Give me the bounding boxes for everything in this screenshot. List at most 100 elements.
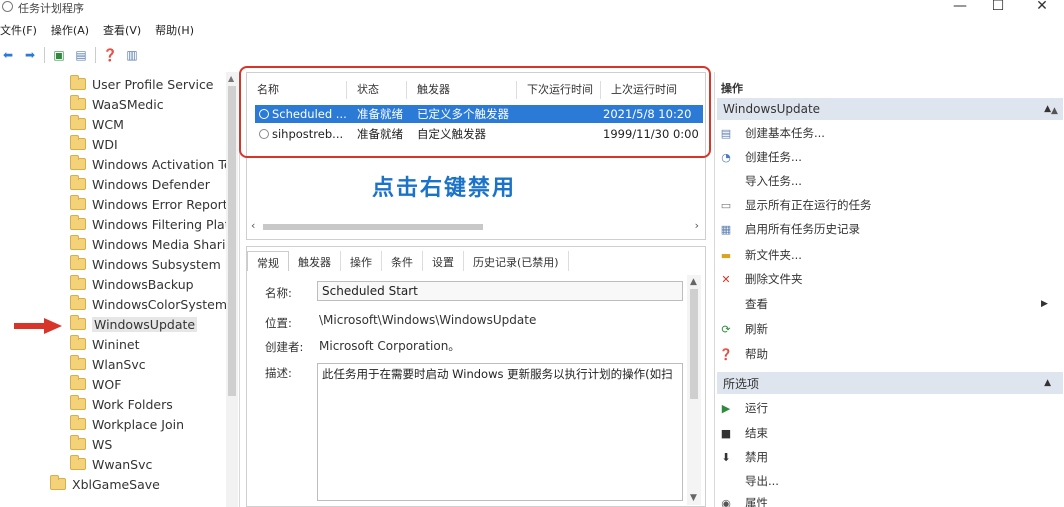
task-list-hscrollbar[interactable]: ‹ › xyxy=(249,219,703,235)
task-icon: ▤ xyxy=(720,126,732,140)
blank-icon xyxy=(719,174,733,188)
collapse-icon[interactable]: ▲ xyxy=(1044,378,1051,388)
tree-item[interactable]: User Profile Service xyxy=(70,74,214,94)
folder-icon xyxy=(70,315,86,330)
menu-action[interactable]: 操作(A) xyxy=(51,22,89,40)
tab-triggers[interactable]: 触发器 xyxy=(289,251,341,271)
action-delete-folder[interactable]: ✕ 删除文件夹 xyxy=(719,269,802,289)
action-disable[interactable]: ⬇ 禁用 xyxy=(719,447,768,467)
action-new-folder[interactable]: ▬ 新文件夹... xyxy=(719,245,802,265)
actions-section-selected[interactable]: 所选项 ▲ xyxy=(717,372,1063,394)
tree-item[interactable]: Windows Subsystem F xyxy=(70,254,232,274)
tab-general[interactable]: 常规 xyxy=(247,251,289,271)
action-import-task[interactable]: 导入任务... xyxy=(719,171,802,191)
close-button[interactable]: ✕ xyxy=(1032,0,1052,14)
tree-item[interactable]: WOF xyxy=(70,374,121,394)
action-export[interactable]: 导出... xyxy=(719,471,779,491)
red-arrow-icon xyxy=(14,318,62,334)
folder-icon xyxy=(70,295,86,310)
app-icon xyxy=(2,1,13,12)
action-refresh[interactable]: ⟳ 刷新 xyxy=(719,319,768,339)
folder-icon xyxy=(70,215,86,230)
title-bar: 任务计划程序 — ☐ ✕ xyxy=(0,0,1064,16)
menu-file[interactable]: 文件(F) xyxy=(0,22,37,40)
folder-tree: User Profile Service WaaSMedic WCM WDI W… xyxy=(0,72,240,507)
action-create-task[interactable]: ◔ 创建任务... xyxy=(719,147,802,167)
back-icon[interactable]: ⬅ xyxy=(0,47,16,63)
running-tasks-icon: ▭ xyxy=(720,198,732,212)
action-enable-history[interactable]: ▦ 启用所有任务历史记录 xyxy=(719,219,860,239)
tab-settings[interactable]: 设置 xyxy=(423,251,464,271)
scroll-right-icon[interactable]: › xyxy=(695,219,699,232)
scroll-thumb[interactable] xyxy=(228,86,236,396)
menu-view[interactable]: 查看(V) xyxy=(103,22,141,40)
tree-item[interactable]: Windows Media Sharin xyxy=(70,234,233,254)
action-help[interactable]: ❓ 帮助 xyxy=(719,344,768,364)
help-icon[interactable]: ❓ xyxy=(102,47,118,63)
tree-item[interactable]: Work Folders xyxy=(70,394,173,414)
submenu-arrow-icon: ▶ xyxy=(1041,299,1048,309)
tree-item[interactable]: Wininet xyxy=(70,334,139,354)
action-create-basic-task[interactable]: ▤ 创建基本任务... xyxy=(719,123,825,143)
name-field[interactable]: Scheduled Start xyxy=(317,281,683,301)
tree-item[interactable]: WindowsColorSystem xyxy=(70,294,227,314)
author-value: Microsoft Corporation。 xyxy=(319,339,461,353)
scroll-up-icon[interactable]: ▲ xyxy=(690,277,697,287)
scroll-left-icon[interactable]: ‹ xyxy=(251,219,255,232)
delete-icon: ✕ xyxy=(721,272,731,286)
clock-icon: ◔ xyxy=(721,150,731,164)
window-title: 任务计划程序 xyxy=(18,2,84,15)
tree-item[interactable]: Workplace Join xyxy=(70,414,184,434)
scroll-thumb[interactable] xyxy=(690,289,698,399)
folder-icon xyxy=(70,395,86,410)
action-properties[interactable]: ◉ 属性 xyxy=(719,493,768,507)
tree-item[interactable]: WS xyxy=(70,434,112,454)
action-show-running[interactable]: ▭ 显示所有正在运行的任务 xyxy=(719,195,872,215)
tab-history[interactable]: 历史记录(已禁用) xyxy=(464,251,569,271)
tree-scrollbar[interactable]: ▲ xyxy=(226,72,238,507)
folder-up-icon[interactable]: ▣ xyxy=(51,47,67,63)
tree-item-windowsupdate[interactable]: WindowsUpdate xyxy=(70,314,198,334)
folder-icon xyxy=(70,435,86,450)
tree-item[interactable]: WaaSMedic xyxy=(70,94,164,114)
folder-icon xyxy=(70,115,86,130)
description-label: 描述: xyxy=(265,366,292,380)
folder-icon xyxy=(70,415,86,430)
blank-icon xyxy=(719,474,733,488)
tab-conditions[interactable]: 条件 xyxy=(382,251,423,271)
scroll-thumb[interactable] xyxy=(263,224,483,230)
tree-item[interactable]: WlanSvc xyxy=(70,354,146,374)
details-scrollbar[interactable]: ▲ ▼ xyxy=(687,275,701,505)
action-run[interactable]: ▶ 运行 xyxy=(719,398,768,418)
tree-item[interactable]: Windows Filtering Platf xyxy=(70,214,234,234)
tree-item[interactable]: WwanSvc xyxy=(70,454,152,474)
scroll-up-icon[interactable]: ▲ xyxy=(1051,106,1058,116)
tree-item[interactable]: Windows Activation Te xyxy=(70,154,232,174)
maximize-button[interactable]: ☐ xyxy=(988,0,1008,14)
minimize-button[interactable]: — xyxy=(950,0,970,14)
tree-item[interactable]: WDI xyxy=(70,134,118,154)
tree-item[interactable]: WindowsBackup xyxy=(70,274,194,294)
forward-icon[interactable]: ➡ xyxy=(22,47,38,63)
tree-item[interactable]: XblGameSave xyxy=(50,474,160,494)
folder-icon xyxy=(70,455,86,470)
actions-section-windowsupdate[interactable]: WindowsUpdate ▲ xyxy=(717,98,1063,120)
tab-actions[interactable]: 操作 xyxy=(341,251,382,271)
show-hide-tree-icon[interactable]: ▤ xyxy=(73,47,89,63)
toolbar-separator xyxy=(95,47,96,63)
tree-item[interactable]: Windows Error Report xyxy=(70,194,228,214)
folder-icon xyxy=(70,135,86,150)
folder-icon xyxy=(70,255,86,270)
show-hide-actions-icon[interactable]: ▥ xyxy=(124,47,140,63)
menu-help[interactable]: 帮助(H) xyxy=(155,22,194,40)
collapse-icon[interactable]: ▲ xyxy=(1044,104,1051,114)
action-end[interactable]: ■ 结束 xyxy=(719,423,768,443)
action-view[interactable]: 查看 ▶ xyxy=(719,294,1059,314)
scroll-up-icon[interactable]: ▲ xyxy=(228,74,234,83)
description-field[interactable]: 此任务用于在需要时启动 Windows 更新服务以执行计划的操作(如扫 xyxy=(317,363,683,501)
tree-item[interactable]: WCM xyxy=(70,114,124,134)
tree-item[interactable]: Windows Defender xyxy=(70,174,210,194)
disable-icon: ⬇ xyxy=(721,450,731,464)
scroll-down-icon[interactable]: ▼ xyxy=(690,493,697,503)
folder-icon xyxy=(70,275,86,290)
